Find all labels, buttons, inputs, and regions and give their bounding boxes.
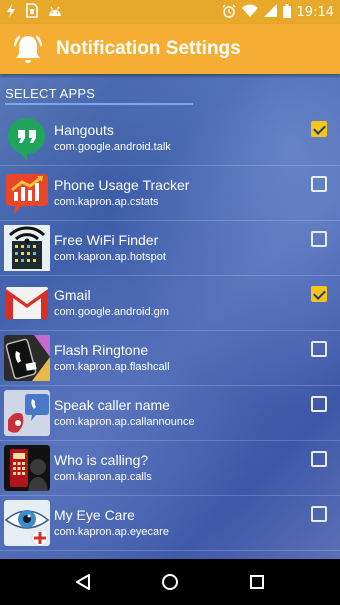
navigation-bar [0,559,340,605]
section-header: SELECT APPS [5,86,193,105]
app-checkbox[interactable] [311,121,327,137]
gmail-icon [4,280,50,326]
sim-icon [26,3,38,21]
app-checkbox[interactable] [311,451,327,467]
usage-tracker-icon [4,170,50,216]
list-item[interactable]: Hangouts com.google.android.talk [0,111,340,166]
recents-icon[interactable] [237,562,277,602]
list-item[interactable]: Flash Ringtone com.kapron.ap.flashcall [0,331,340,386]
signal-icon [263,4,277,20]
alarm-icon [222,4,236,21]
status-time: 19:14 [296,4,334,20]
flash-ringtone-icon [4,335,50,381]
list-item[interactable]: Phone Usage Tracker com.kapron.ap.cstats [0,166,340,221]
eye-care-icon [4,500,50,546]
page-title: Notification Settings [56,38,241,59]
app-package: com.kapron.ap.eyecare [54,526,169,538]
list-item[interactable]: Gmail com.google.android.gm [0,276,340,331]
app-name: My Eye Care [54,507,135,523]
app-package: com.kapron.ap.calls [54,471,152,483]
app-name: Who is calling? [54,452,149,468]
app-list: Hangouts com.google.android.talk Phone U… [0,111,340,551]
android-icon [48,5,62,20]
app-package: com.kapron.ap.cstats [54,196,159,208]
home-icon[interactable] [150,562,190,602]
app-list-panel: SELECT APPS Hangouts com.google.android.… [0,74,340,559]
hangouts-icon [4,115,50,161]
app-checkbox[interactable] [311,176,327,192]
app-checkbox[interactable] [311,286,327,302]
list-item[interactable]: Free WiFi Finder com.kapron.ap.hotspot [0,221,340,276]
app-name: Gmail [54,287,91,303]
wifi-finder-icon [4,225,50,271]
list-item[interactable]: Who is calling? com.kapron.ap.calls [0,441,340,496]
app-bar: Notification Settings [0,24,340,74]
list-item[interactable]: Speak caller name com.kapron.ap.callanno… [0,386,340,441]
app-package: com.google.android.gm [54,306,169,318]
app-name: Hangouts [54,122,114,138]
app-name: Speak caller name [54,397,170,413]
app-name: Free WiFi Finder [54,232,159,248]
app-checkbox[interactable] [311,396,327,412]
bell-icon [0,24,56,74]
app-package: com.kapron.ap.hotspot [54,251,166,263]
app-checkbox[interactable] [311,231,327,247]
speak-caller-icon [4,390,50,436]
app-checkbox[interactable] [311,506,327,522]
app-name: Flash Ringtone [54,342,149,358]
list-item[interactable]: My Eye Care com.kapron.ap.eyecare [0,496,340,551]
wifi-icon [241,4,258,20]
app-package: com.kapron.ap.callannounce [54,416,195,428]
app-name: Phone Usage Tracker [54,177,190,193]
app-package: com.google.android.talk [54,141,171,153]
back-icon[interactable] [63,562,103,602]
status-bar: 19:14 [0,0,340,24]
battery-icon [282,3,291,21]
who-calling-icon [4,445,50,491]
flash-icon [6,3,16,21]
app-checkbox[interactable] [311,341,327,357]
app-package: com.kapron.ap.flashcall [54,361,170,373]
